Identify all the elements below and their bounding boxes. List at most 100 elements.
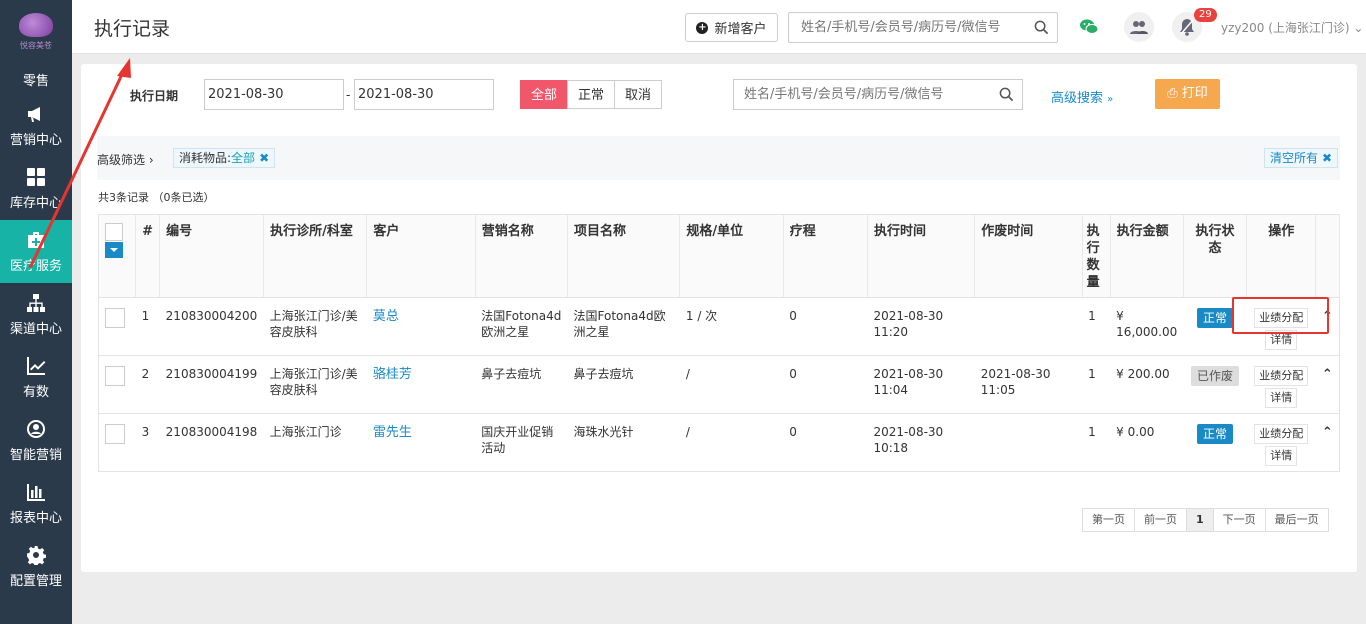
row-customer-cell: 雷先生 [366, 413, 476, 472]
col-project: 项目名称 [567, 214, 681, 298]
page-current[interactable]: 1 [1186, 508, 1214, 532]
brand-logo[interactable]: 悦容美苍 [0, 0, 72, 64]
page-next-button[interactable]: 下一页 [1212, 508, 1266, 532]
performance-allocation-button[interactable]: 业绩分配 [1254, 366, 1309, 386]
page-first-button[interactable]: 第一页 [1082, 508, 1135, 532]
table-row: 3 210830004198 上海张江门诊 雷先生 国庆开业促销活动 海珠水光针… [98, 413, 1340, 472]
print-button[interactable]: ⎙ 打印 [1155, 79, 1220, 109]
advanced-filter-title: 高级筛选 › [97, 153, 154, 167]
row-clinic: 上海张江门诊/美容皮肤科 [263, 355, 367, 414]
sidebar-item-smart-marketing[interactable]: 智能营销 [0, 409, 72, 472]
customer-link[interactable]: 莫总 [373, 309, 399, 324]
row-expand-cell: ⌃ [1315, 355, 1340, 414]
user-group-icon[interactable] [1124, 12, 1154, 42]
row-quantity: 1 [1082, 297, 1111, 356]
search-icon[interactable] [1034, 20, 1049, 35]
sidebar-item-retail[interactable]: 零售 [0, 64, 72, 94]
notification-badge: 29 [1194, 8, 1217, 22]
customer-link[interactable]: 骆桂芳 [373, 367, 412, 382]
row-amount: ¥ 16,000.00 [1110, 297, 1184, 356]
top-header: 执行记录 + 新增客户 29 yzy200 (上海张江门诊) ⌄ [72, 0, 1366, 54]
chevron-up-icon[interactable]: ⌃ [1322, 425, 1333, 440]
close-icon: ✖ [1322, 151, 1333, 165]
close-icon[interactable]: ✖ [259, 151, 269, 165]
record-search-input[interactable] [734, 80, 984, 109]
add-customer-button[interactable]: + 新增客户 [685, 13, 778, 42]
row-project: 鼻子去痘坑 [567, 355, 680, 414]
status-badge: 正常 [1197, 424, 1234, 444]
row-checkbox[interactable] [105, 308, 125, 328]
chevron-right-icon: › [148, 153, 154, 167]
row-index: 1 [135, 297, 160, 356]
row-code: 210830004200 [159, 297, 264, 356]
row-index: 2 [135, 355, 160, 414]
advanced-search-label: 高级搜索 [1051, 91, 1104, 106]
chevron-up-icon[interactable]: ⌃ [1322, 367, 1333, 382]
col-status: 执行状态 [1183, 214, 1248, 298]
advanced-filter-bar: 高级筛选 › 消耗物品:全部 ✖ 清空所有 ✖ [97, 136, 1340, 180]
tab-cancel[interactable]: 取消 [614, 80, 663, 109]
col-clinic: 执行诊所/科室 [263, 214, 368, 298]
annotation-highlight-box [1232, 297, 1329, 334]
sidebar-item-label: 医疗服务 [9, 259, 62, 274]
row-clinic: 上海张江门诊/美容皮肤科 [263, 297, 367, 356]
tab-all[interactable]: 全部 [520, 80, 569, 109]
row-checkbox[interactable] [105, 424, 125, 444]
advanced-search-link[interactable]: 高级搜索 » [1051, 87, 1113, 106]
status-badge: 已作废 [1191, 366, 1240, 386]
page-prev-button[interactable]: 前一页 [1134, 508, 1187, 532]
trend-chart-icon [25, 355, 47, 377]
sidebar-item-medical-service[interactable]: 医疗服务 [0, 220, 72, 283]
sidebar-item-label: 配置管理 [9, 574, 62, 589]
bar-chart-icon [25, 481, 47, 503]
sidebar-item-reports[interactable]: 报表中心 [0, 472, 72, 535]
select-all-checkbox[interactable] [105, 223, 123, 241]
row-status-cell: 正常 [1183, 413, 1247, 472]
row-customer-cell: 莫总 [366, 297, 476, 356]
clear-all-button[interactable]: 清空所有 ✖ [1264, 148, 1339, 168]
double-chevron-down-icon: » [1107, 94, 1114, 105]
table-row: 2 210830004199 上海张江门诊/美容皮肤科 骆桂芳 鼻子去痘坑 鼻子… [98, 355, 1340, 414]
row-index: 3 [135, 413, 160, 472]
date-from-input[interactable] [204, 79, 344, 110]
user-name: yzy200 (上海张江门诊) [1221, 21, 1350, 35]
table-row: 1 210830004200 上海张江门诊/美容皮肤科 莫总 法国Fotona4… [98, 297, 1340, 356]
wechat-icon[interactable] [1074, 12, 1104, 42]
filter-tag-consumables: 消耗物品:全部 ✖ [173, 148, 276, 168]
details-button[interactable]: 详情 [1265, 388, 1298, 408]
header-search-input[interactable] [789, 13, 1019, 42]
tab-normal[interactable]: 正常 [567, 80, 616, 109]
date-to-input[interactable] [354, 79, 494, 110]
select-all-header [98, 214, 137, 298]
sidebar-item-channel[interactable]: 渠道中心 [0, 283, 72, 346]
header-search [788, 12, 1058, 43]
row-checkbox[interactable] [105, 366, 125, 386]
medical-kit-icon [25, 229, 47, 251]
user-menu[interactable]: yzy200 (上海张江门诊) ⌄ [1221, 19, 1363, 36]
sidebar-item-label: 零售 [22, 74, 49, 89]
select-dropdown[interactable] [105, 242, 123, 258]
row-campaign: 国庆开业促销活动 [475, 413, 568, 472]
sidebar-item-marketing[interactable]: 营销中心 [0, 94, 72, 157]
customer-link[interactable]: 雷先生 [373, 425, 412, 440]
row-code: 210830004198 [159, 413, 264, 472]
row-status-cell: 已作废 [1183, 355, 1247, 414]
logo-icon [19, 13, 53, 37]
row-amount: ¥ 0.00 [1110, 413, 1184, 472]
gear-icon [25, 544, 47, 566]
sidebar: 悦容美苍 零售 营销中心 库存中心 医疗服务 渠道中心 有数 智能营销 报表中心… [0, 0, 72, 624]
page-last-button[interactable]: 最后一页 [1264, 508, 1329, 532]
row-exec-time: 2021-08-30 11:04 [867, 355, 975, 414]
sidebar-item-config[interactable]: 配置管理 [0, 535, 72, 598]
col-index: # [135, 214, 161, 298]
sidebar-item-inventory[interactable]: 库存中心 [0, 157, 72, 220]
col-expand [1315, 214, 1340, 298]
row-exec-time: 2021-08-30 11:20 [867, 297, 975, 356]
add-customer-label: 新增客户 [714, 22, 767, 37]
sidebar-item-label: 渠道中心 [9, 322, 62, 337]
sidebar-item-data[interactable]: 有数 [0, 346, 72, 409]
search-icon[interactable] [999, 87, 1014, 102]
details-button[interactable]: 详情 [1265, 446, 1298, 466]
sidebar-item-label: 报表中心 [9, 511, 62, 526]
performance-allocation-button[interactable]: 业绩分配 [1254, 424, 1309, 444]
